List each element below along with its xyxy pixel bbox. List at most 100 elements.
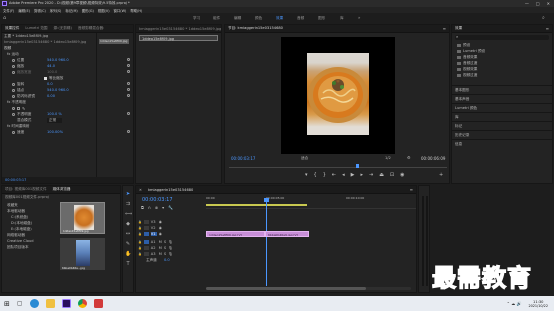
workspace-editing[interactable]: 编辑 xyxy=(234,16,241,21)
program-scrubber[interactable] xyxy=(229,164,447,168)
panel-section-markers[interactable]: 标记 xyxy=(452,121,552,130)
reset-icon[interactable] xyxy=(127,64,130,67)
mute-button[interactable]: M xyxy=(159,252,162,256)
reset-icon[interactable] xyxy=(127,70,130,73)
pen-mask-icon[interactable]: ✎ xyxy=(22,106,25,111)
clock[interactable]: 11:30 2021/10/22 xyxy=(528,300,548,308)
step-back-icon[interactable]: ◂ xyxy=(342,172,345,178)
menu-view[interactable]: 视图(V) xyxy=(98,8,110,13)
stopwatch-icon[interactable] xyxy=(12,64,15,68)
time-ruler[interactable]: 00:00 00:00:05:00 00:00:10:00 xyxy=(206,195,416,209)
workspace-more-icon[interactable]: » xyxy=(358,15,360,20)
tab-source[interactable]: 源:(无剪辑) xyxy=(54,26,72,31)
panel-section-essential-graphics[interactable]: 基本图形 xyxy=(452,85,552,94)
hand-tool-icon[interactable]: ✋ xyxy=(125,251,131,257)
type-tool-icon[interactable]: T xyxy=(125,261,131,267)
timeline-timecode[interactable]: 00:00:03:17 xyxy=(142,197,173,203)
panel-section-libraries[interactable]: 库 xyxy=(452,112,552,121)
linked-selection-icon[interactable]: ⊗ xyxy=(155,205,158,210)
timeline-sequence-tab[interactable]: kmiaggerin15e03154680 xyxy=(148,188,193,192)
play-icon[interactable]: ▶ xyxy=(351,172,355,178)
workspace-color[interactable]: 颜色 xyxy=(255,16,262,21)
stopwatch-icon[interactable] xyxy=(12,112,15,116)
premiere-pro-taskbar-icon[interactable] xyxy=(61,299,71,308)
program-timecode-left[interactable]: 00:00:03:17 xyxy=(231,156,255,161)
toggle-output-icon[interactable]: ◉ xyxy=(159,226,162,230)
workspace-assembly[interactable]: 组件 xyxy=(213,16,220,21)
reset-icon[interactable] xyxy=(127,82,130,85)
stopwatch-icon[interactable] xyxy=(12,130,15,134)
slip-tool-icon[interactable]: ↔ xyxy=(125,231,131,237)
chrome-icon[interactable] xyxy=(77,299,87,308)
resolution-select[interactable]: 1/2 xyxy=(385,156,391,160)
master-track-header[interactable]: 主声道 0.0 xyxy=(138,257,204,263)
go-to-in-icon[interactable]: ⇤ xyxy=(332,172,336,178)
workspace-learn[interactable]: 学习 xyxy=(193,16,200,21)
work-area-bar[interactable] xyxy=(206,204,307,206)
lock-icon[interactable]: 🔒 xyxy=(138,232,142,236)
tab-audio-clip-mixer[interactable]: 音频剪辑混合器: xyxy=(78,26,104,31)
panel-section-history[interactable]: 历史记录 xyxy=(452,130,552,139)
effects-panel-title[interactable]: 效果 xyxy=(455,26,462,31)
task-view-icon[interactable]: ▢ xyxy=(17,300,23,307)
media-thumbnail[interactable]: 6bba0b46a...jpg xyxy=(60,238,105,270)
stopwatch-icon[interactable] xyxy=(12,70,15,74)
blend-mode-select[interactable]: 正常 xyxy=(47,117,63,123)
step-forward-icon[interactable]: ▸ xyxy=(360,172,363,178)
playhead-head-icon[interactable] xyxy=(264,198,269,202)
reset-icon[interactable] xyxy=(127,112,130,115)
lock-icon[interactable]: 🔒 xyxy=(138,252,142,256)
property-value[interactable]: 540.0 960.0 xyxy=(47,88,69,92)
panel-section-essential-sound[interactable]: 基本声音 xyxy=(452,94,552,103)
property-row[interactable]: 速度 100.00% xyxy=(4,129,96,135)
system-tray-icons[interactable]: ⌃ ☁ 🔊 xyxy=(507,301,522,306)
timeline-clip[interactable]: 1ddeo15e8f09.jpg [V] xyxy=(206,231,265,237)
panel-menu-icon[interactable]: ≡ xyxy=(546,26,549,31)
reset-icon[interactable] xyxy=(127,58,130,61)
tab-project[interactable]: 项目: 视频库001视频文件 xyxy=(5,187,47,192)
add-marker-icon[interactable]: ▾ xyxy=(305,172,308,178)
mark-in-icon[interactable]: { xyxy=(314,172,317,178)
menu-clip[interactable]: 剪辑(C) xyxy=(34,8,46,13)
property-value[interactable]: 0.0 xyxy=(47,82,53,86)
rectangle-mask-icon[interactable] xyxy=(17,106,20,110)
timeline-clip[interactable]: 6bba0b46a9.jpg [V] xyxy=(265,231,309,237)
playhead[interactable] xyxy=(266,198,267,286)
menu-graphics[interactable]: 图形(G) xyxy=(82,8,94,13)
minimize-button[interactable]: — xyxy=(525,1,529,6)
menu-file[interactable]: 文件(F) xyxy=(3,8,14,13)
file-explorer-icon[interactable] xyxy=(45,299,55,308)
effects-tree-item[interactable]: 视频过渡 xyxy=(457,72,552,78)
lock-icon[interactable]: 🔒 xyxy=(138,246,142,250)
ellipse-mask-icon[interactable] xyxy=(12,106,15,110)
search-icon[interactable]: ⌕ xyxy=(542,15,545,21)
property-value[interactable]: 100.0 xyxy=(47,70,57,74)
extract-icon[interactable]: ⊡ xyxy=(390,172,394,178)
solo-button[interactable]: S xyxy=(164,252,166,256)
stopwatch-icon[interactable] xyxy=(12,94,15,98)
app-icon[interactable] xyxy=(93,299,103,308)
workspace-effects[interactable]: 效果 xyxy=(276,16,283,21)
effects-search-input[interactable]: ⌕ xyxy=(455,34,549,40)
tab-effect-controls[interactable]: 效果控件 xyxy=(5,26,19,31)
effect-controls-timecode[interactable]: 00:00:03:17 xyxy=(5,178,26,182)
track-select-tool-icon[interactable]: ⇉ xyxy=(125,201,131,207)
maximize-button[interactable]: □ xyxy=(536,1,540,6)
solo-button[interactable]: S xyxy=(164,240,166,244)
home-icon[interactable]: ⌂ xyxy=(3,15,6,21)
workspace-audio[interactable]: 音频 xyxy=(297,16,304,21)
selected-clip-row[interactable]: 1ddeo15e8f09.jpg xyxy=(139,35,218,41)
menu-marker[interactable]: 标记(M) xyxy=(65,8,77,13)
razor-tool-icon[interactable]: ◆ xyxy=(125,221,131,227)
lift-icon[interactable]: ⏏ xyxy=(379,172,384,178)
ripple-edit-tool-icon[interactable]: ⟺ xyxy=(125,211,132,217)
close-button[interactable]: ✕ xyxy=(547,1,550,6)
mute-button[interactable]: M xyxy=(159,240,162,244)
add-button-icon[interactable]: + xyxy=(439,172,443,178)
lock-icon[interactable]: 🔒 xyxy=(138,226,142,230)
property-value[interactable]: 100.00% xyxy=(47,130,63,134)
add-marker-icon[interactable]: ▾ xyxy=(162,205,164,210)
property-value[interactable]: 540.0 960.0 xyxy=(47,58,69,62)
panel-section-info[interactable]: 信息 xyxy=(452,139,552,148)
close-sequence-icon[interactable]: ✕ xyxy=(139,188,142,192)
